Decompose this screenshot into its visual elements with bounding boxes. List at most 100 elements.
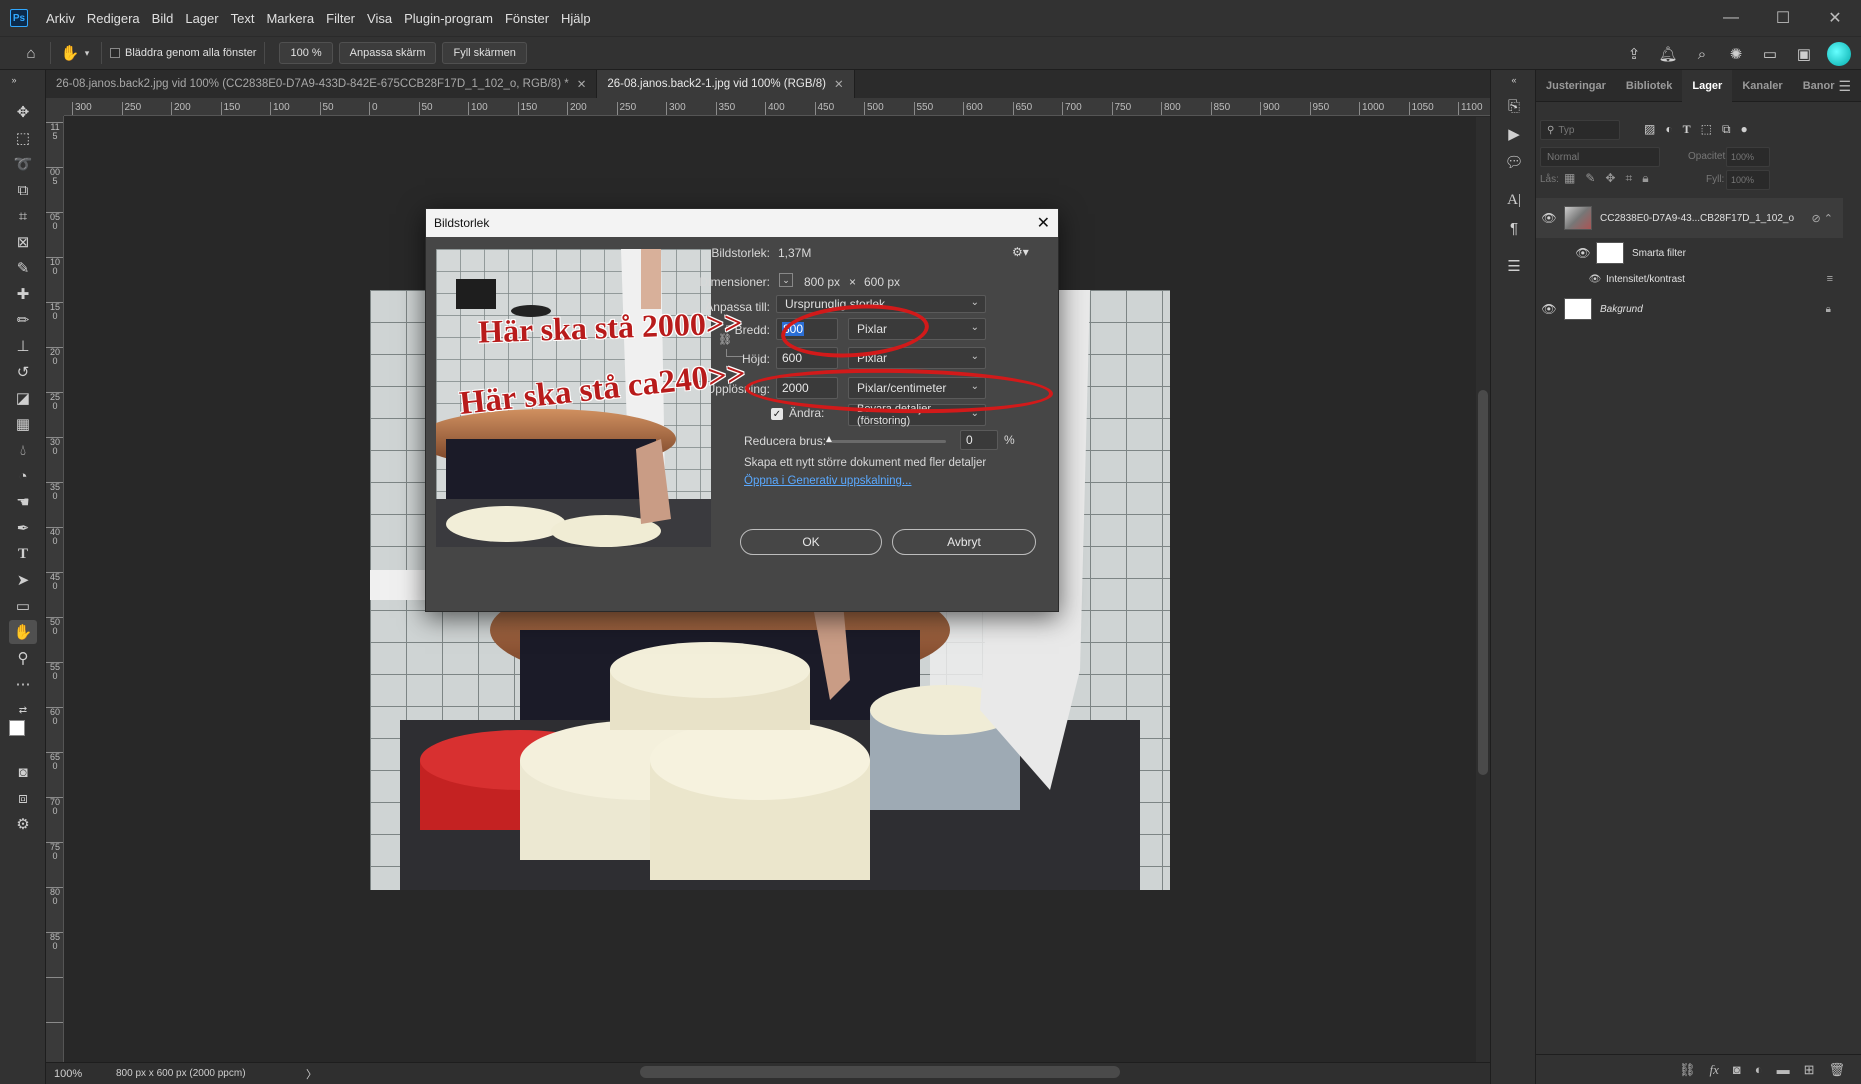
object-select-tool-icon[interactable]: ⧉ (9, 178, 37, 202)
eraser-tool-icon[interactable]: ◪ (9, 386, 37, 410)
visibility-eye-icon[interactable]: 👁︎ (1575, 246, 1590, 260)
layer-row[interactable]: 👁︎ CC2838E0-D7A9-43...CB28F17D_1_102_o ⊘… (1536, 198, 1843, 238)
lock-all-icon[interactable]: 🔒︎ (1642, 171, 1648, 186)
new-adjustment-icon[interactable]: ◐ (1755, 1062, 1763, 1077)
menu-visa[interactable]: Visa (361, 11, 398, 26)
lock-artboard-icon[interactable]: ⌗ (1625, 171, 1632, 186)
plugins-icon[interactable]: ▣ (1793, 43, 1815, 65)
tab-kanaler[interactable]: Kanaler (1732, 70, 1792, 102)
maximize-button[interactable]: ☐ (1757, 0, 1809, 36)
horizontal-scrollbar-thumb[interactable] (640, 1066, 1120, 1078)
menu-text[interactable]: Text (225, 11, 261, 26)
comments-panel-icon[interactable]: 💬︎ (1502, 150, 1526, 174)
close-icon[interactable]: ✕ (1037, 213, 1050, 233)
history-brush-tool-icon[interactable]: ↺ (9, 360, 37, 384)
link-layers-icon[interactable]: ⛓ (1679, 1062, 1696, 1078)
pen-tool-icon[interactable]: ✒ (9, 516, 37, 540)
dimensions-unit-dropdown-icon[interactable]: ⌄ (779, 273, 793, 287)
visibility-eye-icon[interactable]: 👁︎ (1541, 211, 1556, 225)
filter-options-icon[interactable]: ≡ (1827, 273, 1833, 285)
menu-filter[interactable]: Filter (320, 11, 361, 26)
layer-filter-field[interactable]: ⚲ Typ (1540, 120, 1620, 140)
stamp-tool-icon[interactable]: ⊥ (9, 334, 37, 358)
generative-upscale-link[interactable]: Öppna i Generativ uppskalning... (744, 475, 912, 487)
shape-filter-icon[interactable]: ⬚ (1701, 122, 1712, 137)
tab-lager[interactable]: Lager (1682, 69, 1733, 102)
character-panel-icon[interactable]: A| (1502, 188, 1526, 212)
status-zoom[interactable]: 100% (46, 1068, 116, 1080)
noise-slider-thumb[interactable]: ▲ (824, 434, 834, 445)
menu-arkiv[interactable]: Arkiv (40, 11, 81, 26)
new-layer-icon[interactable]: ⊞ (1804, 1062, 1815, 1078)
properties-panel-icon[interactable]: ☰ (1502, 254, 1526, 278)
zoom-tool-icon[interactable]: ⚲ (9, 646, 37, 670)
menu-markera[interactable]: Markera (260, 11, 320, 26)
lock-transparent-icon[interactable]: ▦ (1564, 171, 1575, 186)
vertical-ruler[interactable]: 115 005 050 100 150 200 250 300 350 400 450 500 550 6… (46, 116, 64, 1062)
foreground-color-swatch[interactable] (9, 720, 25, 736)
swap-colors-icon[interactable]: ⇄ (9, 698, 37, 722)
healing-brush-tool-icon[interactable]: ✚ (9, 282, 37, 306)
opacity-field[interactable]: 100% (1726, 147, 1770, 167)
lock-position-icon[interactable]: ✥ (1605, 171, 1615, 186)
type-tool-icon[interactable]: T (9, 542, 37, 566)
menu-plugin-program[interactable]: Plugin-program (398, 11, 499, 26)
cancel-button[interactable]: Avbryt (892, 529, 1036, 555)
lightbulb-icon[interactable]: ✺ (1725, 43, 1747, 65)
menu-redigera[interactable]: Redigera (81, 11, 146, 26)
horizontal-ruler[interactable]: 300 250 200 150 100 50 0 50 100 150 200 250 300 350 40… (64, 98, 1490, 116)
layer-row[interactable]: 👁︎ Smarta filter (1536, 240, 1843, 266)
bell-icon[interactable]: 🔔︎ (1657, 43, 1679, 65)
scroll-all-checkbox[interactable] (110, 48, 120, 58)
fx-icon[interactable]: fx (1709, 1062, 1718, 1078)
fill-screen-button[interactable]: Fyll skärmen (442, 42, 527, 64)
home-icon[interactable]: ⌂ (20, 42, 42, 64)
hand-tool-icon[interactable]: ✋ (9, 620, 37, 644)
history-panel-icon[interactable]: ⎘ (1502, 94, 1526, 118)
adjustment-filter-icon[interactable]: ◐ (1665, 122, 1672, 137)
smudge-tool-icon[interactable]: ☚ (9, 490, 37, 514)
ok-button[interactable]: OK (740, 529, 882, 555)
lock-image-icon[interactable]: ✎ (1585, 171, 1595, 186)
fill-field[interactable]: 100% (1726, 170, 1770, 190)
menu-bild[interactable]: Bild (146, 11, 180, 26)
add-mask-icon[interactable]: ◙ (1733, 1062, 1741, 1077)
lasso-tool-icon[interactable]: ➰ (9, 152, 37, 176)
close-icon[interactable]: ✕ (834, 77, 844, 91)
tab-document-1[interactable]: 26-08.janos.back2.jpg vid 100% (CC2838E0… (46, 70, 598, 98)
actions-panel-icon[interactable]: ▶ (1502, 122, 1526, 146)
tab-justeringar[interactable]: Justeringar (1536, 70, 1616, 102)
minimize-button[interactable]: — (1705, 0, 1757, 36)
menu-fonster[interactable]: Fönster (499, 11, 555, 26)
collapse-icon[interactable]: « (1502, 74, 1526, 86)
layer-row[interactable]: 👁︎ Bakgrund 🔒︎ (1536, 292, 1843, 326)
resample-checkbox[interactable]: ✓ (771, 408, 783, 420)
visibility-eye-icon[interactable]: 👁︎ (1588, 272, 1602, 286)
smart-object-filter-icon[interactable]: ⧉ (1722, 122, 1731, 137)
close-icon[interactable]: ✕ (577, 77, 587, 91)
menu-hjalp[interactable]: Hjälp (555, 11, 597, 26)
search-icon[interactable]: ⌕ (1691, 43, 1713, 65)
tab-document-2[interactable]: 26-08.janos.back2-1.jpg vid 100% (RGB/8)… (597, 70, 855, 98)
zoom-level-button[interactable]: 100 % (279, 42, 333, 64)
menu-lager[interactable]: Lager (179, 11, 224, 26)
crop-tool-icon[interactable]: ⌗ (9, 204, 37, 228)
move-tool-icon[interactable]: ✥ (9, 100, 37, 124)
quick-mask-icon[interactable]: ◙ (9, 760, 37, 784)
avatar[interactable] (1827, 42, 1851, 66)
fit-screen-button[interactable]: Anpassa skärm (338, 42, 437, 64)
dodge-tool-icon[interactable]: ◔ (9, 464, 37, 488)
image-filter-icon[interactable]: ▨ (1644, 122, 1655, 137)
settings-gear-icon[interactable]: ⚙▾ (1012, 245, 1029, 259)
hand-tool-icon[interactable]: ✋ (59, 42, 81, 64)
path-select-tool-icon[interactable]: ➤ (9, 568, 37, 592)
noise-input[interactable]: 0 (960, 430, 998, 450)
tab-bibliotek[interactable]: Bibliotek (1616, 70, 1682, 102)
blur-tool-icon[interactable]: 💧︎ (9, 438, 37, 462)
panel-menu-icon[interactable]: ☰ (1838, 78, 1851, 95)
close-window-button[interactable]: ✕ (1809, 0, 1861, 36)
chevron-down-icon[interactable]: ▾ (81, 42, 93, 64)
noise-slider-track[interactable] (826, 440, 946, 443)
share-icon[interactable]: ⇪ (1623, 43, 1645, 65)
brush-tool-icon[interactable]: ✏ (9, 308, 37, 332)
